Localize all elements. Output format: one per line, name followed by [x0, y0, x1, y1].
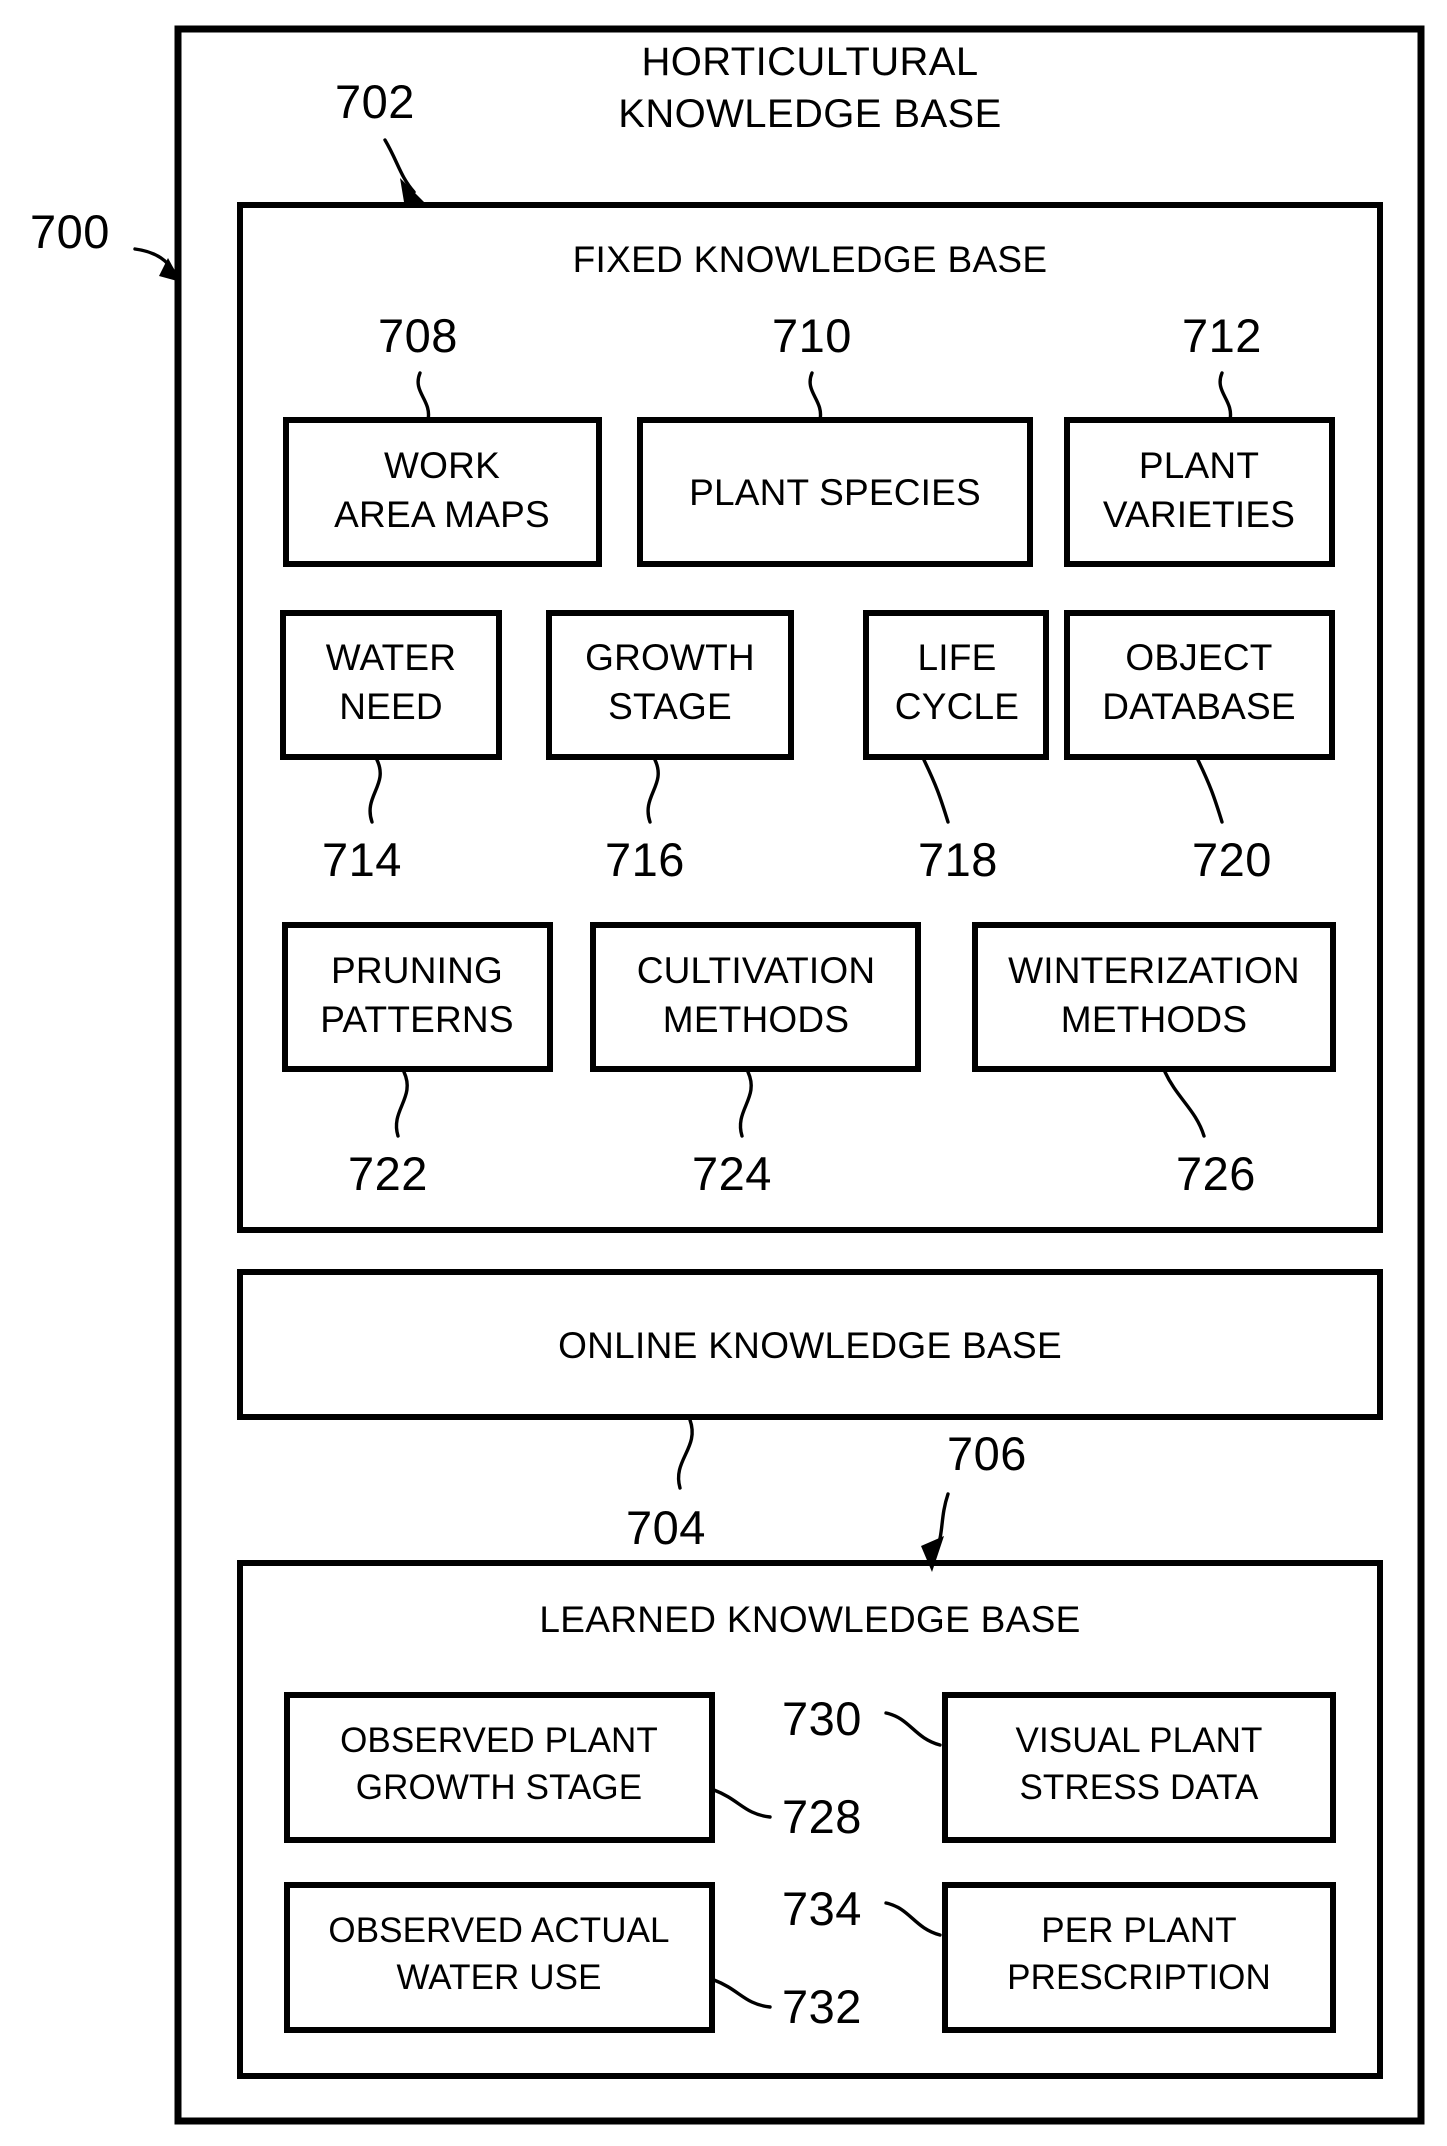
ref-label-708: 708: [378, 309, 458, 362]
node-box-growth-stage[interactable]: [546, 610, 794, 760]
ref-label-722: 722: [348, 1147, 428, 1200]
ref-label-728: 728: [782, 1790, 862, 1843]
node-label-cultivation-methods-line1: CULTIVATION: [637, 950, 876, 991]
node-box-plant-varieties[interactable]: [1064, 417, 1335, 567]
node-label-visual-plant-stress-data-line2: STRESS DATA: [1019, 1768, 1259, 1807]
arrowhead-702: [400, 178, 428, 206]
leader-line-716: [646, 758, 660, 824]
ref-label-702: 702: [335, 75, 415, 128]
figure-canvas: 700 HORTICULTURAL KNOWLEDGE BASE 702 FIX…: [30, 25, 1425, 2125]
node-label-life-cycle-line2: CYCLE: [895, 686, 1019, 727]
node-label-winterization-methods-line1: WINTERIZATION: [1008, 950, 1300, 991]
node-box-water-need[interactable]: [280, 610, 502, 760]
node-label-observed-actual-water-use-line2: WATER USE: [396, 1958, 601, 1997]
leader-line-726: [1163, 1070, 1206, 1138]
node-label-winterization-methods-line2: METHODS: [1061, 999, 1247, 1040]
node-box-cultivation-methods[interactable]: [590, 922, 921, 1072]
ref-label-726: 726: [1176, 1147, 1256, 1200]
ref-label-732: 732: [782, 1980, 862, 2033]
node-label-water-need-line2: NEED: [339, 686, 443, 727]
node-label-pruning-patterns-line2: PATTERNS: [320, 999, 513, 1040]
ref-label-716: 716: [605, 833, 685, 886]
node-box-pruning-patterns[interactable]: [282, 922, 553, 1072]
ref-label-718: 718: [918, 833, 998, 886]
ref-label-700: 700: [30, 205, 110, 258]
node-label-per-plant-prescription-line2: PRESCRIPTION: [1007, 1958, 1271, 1997]
ref-label-710: 710: [772, 309, 852, 362]
node-label-observed-actual-water-use-line1: OBSERVED ACTUAL: [328, 1911, 669, 1950]
arrowhead-706: [921, 1536, 944, 1572]
ref-label-720: 720: [1192, 833, 1272, 886]
node-box-work-area-maps[interactable]: [283, 417, 602, 567]
node-label-visual-plant-stress-data-line1: VISUAL PLANT: [1016, 1721, 1263, 1760]
ref-label-704: 704: [626, 1501, 706, 1554]
node-label-observed-plant-growth-stage-line2: GROWTH STAGE: [356, 1768, 642, 1807]
node-label-pruning-patterns-line1: PRUNING: [331, 950, 503, 991]
leader-line-718: [922, 758, 950, 824]
leader-line-720: [1196, 758, 1224, 824]
node-label-cultivation-methods-line2: METHODS: [663, 999, 849, 1040]
node-label-plant-varieties-line2: VARIETIES: [1103, 494, 1295, 535]
leader-line-710: [808, 371, 823, 422]
leader-line-722: [394, 1070, 409, 1138]
node-label-object-database-line2: DATABASE: [1102, 686, 1296, 727]
section-label-fixed-knowledge-base: FIXED KNOWLEDGE BASE: [573, 239, 1048, 280]
leader-line-730: [884, 1711, 942, 1747]
node-label-plant-varieties-line1: PLANT: [1139, 445, 1259, 486]
node-box-object-database[interactable]: [1064, 610, 1335, 760]
figure-title-line1: HORTICULTURAL: [641, 40, 978, 84]
node-box-life-cycle[interactable]: [863, 610, 1049, 760]
node-label-work-area-maps-line2: AREA MAPS: [334, 494, 550, 535]
leader-line-724: [738, 1070, 753, 1138]
ref-label-734: 734: [782, 1882, 862, 1935]
ref-label-712: 712: [1182, 309, 1262, 362]
node-label-per-plant-prescription-line1: PER PLANT: [1041, 1911, 1236, 1950]
ref-label-730: 730: [782, 1692, 862, 1745]
patent-figure: 700 HORTICULTURAL KNOWLEDGE BASE 702 FIX…: [0, 0, 1447, 2146]
node-label-life-cycle-line1: LIFE: [918, 637, 997, 678]
node-label-object-database-line1: OBJECT: [1125, 637, 1272, 678]
leader-line-708: [416, 371, 431, 422]
leader-line-714: [368, 758, 382, 824]
ref-label-724: 724: [692, 1147, 772, 1200]
section-label-learned-knowledge-base: LEARNED KNOWLEDGE BASE: [539, 1599, 1080, 1640]
node-label-growth-stage-line2: STAGE: [608, 686, 732, 727]
node-label-plant-species: PLANT SPECIES: [689, 472, 981, 513]
ref-label-706: 706: [947, 1427, 1027, 1480]
node-label-work-area-maps-line1: WORK: [384, 445, 500, 486]
section-label-online-knowledge-base: ONLINE KNOWLEDGE BASE: [558, 1325, 1062, 1366]
node-label-growth-stage-line1: GROWTH: [585, 637, 755, 678]
leader-line-704: [676, 1418, 694, 1490]
leader-line-702: [383, 138, 416, 194]
leader-line-712: [1218, 371, 1233, 422]
figure-title-line2: KNOWLEDGE BASE: [618, 92, 1001, 136]
node-label-observed-plant-growth-stage-line1: OBSERVED PLANT: [340, 1721, 658, 1760]
node-label-water-need-line1: WATER: [326, 637, 456, 678]
leader-line-728: [712, 1788, 772, 1819]
leader-line-732: [712, 1978, 772, 2009]
ref-label-714: 714: [322, 833, 402, 886]
leader-line-734: [884, 1901, 942, 1937]
node-box-winterization-methods[interactable]: [972, 922, 1336, 1072]
